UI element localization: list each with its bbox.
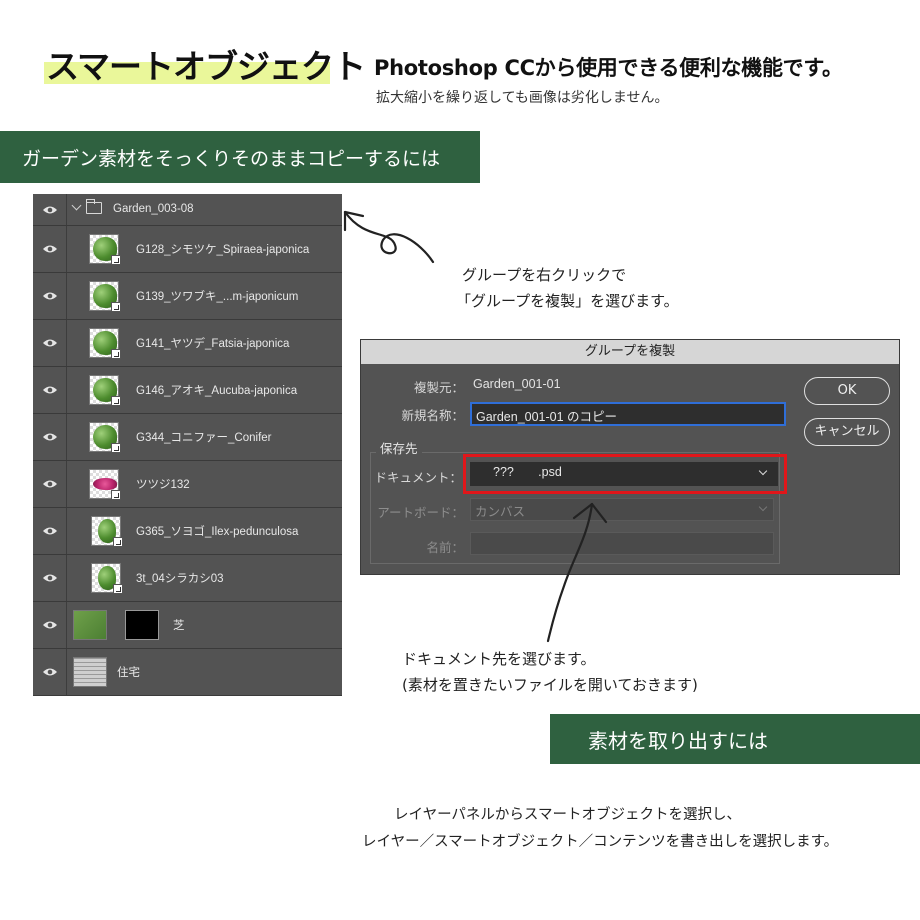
instruction-note-2: ドキュメント先を選びます。 (素材を置きたいファイルを開いておきます): [402, 646, 698, 698]
plant-thumbnail: [89, 281, 121, 312]
cancel-button[interactable]: キャンセル: [804, 418, 890, 446]
instruction-note-1-line2: 「グループを複製」を選びます。: [456, 292, 679, 310]
layer-name: G128_シモツケ_Spiraea-japonica: [136, 244, 310, 256]
section-banner-extract-label: 素材を取り出すには: [588, 728, 768, 753]
page-subnote: 拡大縮小を繰り返しても画像は劣化しません。: [376, 90, 669, 106]
layer-row[interactable]: 芝: [33, 602, 342, 649]
eye-icon: [42, 292, 57, 300]
visibility-toggle[interactable]: [33, 602, 67, 648]
layer-name: G141_ヤツデ_Fatsia-japonica: [136, 338, 290, 350]
layer-name: G139_ツワブキ_...m-japonicum: [136, 291, 299, 303]
layer-row[interactable]: G141_ヤツデ_Fatsia-japonica: [33, 320, 342, 367]
layer-name: G365_ソヨゴ_Ilex-pedunculosa: [136, 526, 299, 538]
highlight-box: [463, 454, 787, 494]
section-banner-extract: 素材を取り出すには: [550, 714, 920, 764]
smart-object-icon: [111, 302, 121, 312]
layer-mask-thumbnail: [125, 610, 159, 640]
hand-drawn-arrow-icon: [343, 210, 435, 264]
layer-name: 芝: [173, 620, 185, 632]
section-banner-copy-label: ガーデン素材をそっくりそのままコピーするには: [22, 147, 441, 170]
layer-group-row[interactable]: Garden_003-08: [33, 194, 342, 226]
plant-thumbnail: [89, 422, 121, 453]
hand-drawn-arrow-icon: [546, 502, 608, 643]
new-name-input[interactable]: Garden_001-01 のコピー: [470, 402, 786, 426]
layer-row[interactable]: 3t_04シラカシ03: [33, 555, 342, 602]
bottom-instructions: レイヤーパネルからスマートオブジェクトを選択し、 レイヤー／スマートオブジェクト…: [362, 802, 838, 856]
instruction-note-1-line1: グループを右クリックで: [462, 266, 627, 284]
artboard-select-value: カンバス: [475, 505, 526, 519]
eye-icon: [42, 386, 57, 394]
instruction-note-1: グループを右クリックで 「グループを複製」を選びます。: [456, 262, 679, 314]
tree-thumbnail: [91, 516, 123, 547]
flower-thumbnail: [89, 469, 121, 500]
layer-row[interactable]: G365_ソヨゴ_Ilex-pedunculosa: [33, 508, 342, 555]
visibility-toggle[interactable]: [33, 226, 67, 272]
destination-heading: 保存先: [376, 438, 422, 457]
layer-group-name: Garden_003-08: [113, 203, 194, 215]
layer-name: G146_アオキ_Aucuba-japonica: [136, 385, 298, 397]
instruction-note-2-line2: (素材を置きたいファイルを開いておきます): [402, 676, 698, 694]
eye-icon: [42, 668, 57, 676]
bottom-instructions-line2: レイヤー／スマートオブジェクト／コンテンツを書き出しを選択します。: [362, 834, 839, 850]
visibility-toggle[interactable]: [33, 367, 67, 413]
smart-object-icon: [113, 584, 123, 594]
instruction-note-2-line1: ドキュメント先を選びます。: [402, 650, 596, 668]
visibility-toggle[interactable]: [33, 461, 67, 507]
eye-icon: [42, 245, 57, 253]
layer-row[interactable]: ツツジ132: [33, 461, 342, 508]
house-thumbnail: [73, 657, 107, 687]
layer-row[interactable]: 住宅: [33, 649, 342, 696]
smart-object-icon: [111, 443, 121, 453]
eye-icon: [42, 206, 57, 213]
visibility-toggle[interactable]: [33, 320, 67, 366]
tree-thumbnail: [91, 563, 123, 594]
eye-icon: [42, 621, 57, 629]
layer-name: G344_コニファー_Conifer: [136, 432, 272, 444]
plant-thumbnail: [89, 328, 121, 359]
eye-icon: [42, 339, 57, 347]
layer-name: ツツジ132: [136, 479, 190, 491]
visibility-toggle[interactable]: [33, 555, 67, 601]
plant-thumbnail: [89, 234, 121, 265]
source-label: 複製元：: [413, 380, 464, 395]
ok-button[interactable]: OK: [804, 377, 890, 405]
eye-icon: [42, 527, 57, 535]
smart-object-icon: [111, 396, 121, 406]
smart-object-icon: [113, 537, 123, 547]
grass-thumbnail: [73, 610, 107, 640]
new-name-label: 新規名称：: [401, 408, 464, 423]
folder-icon: [85, 199, 102, 214]
smart-object-icon: [111, 255, 121, 265]
layer-name: 3t_04シラカシ03: [136, 573, 224, 585]
smart-object-icon: [111, 349, 121, 359]
layer-row[interactable]: G146_アオキ_Aucuba-japonica: [33, 367, 342, 414]
chevron-down-icon[interactable]: [71, 200, 82, 211]
source-value: Garden_001-01: [473, 377, 561, 391]
visibility-toggle[interactable]: [33, 508, 67, 554]
visibility-toggle[interactable]: [33, 649, 67, 695]
visibility-toggle[interactable]: [33, 414, 67, 460]
layer-row[interactable]: G128_シモツケ_Spiraea-japonica: [33, 226, 342, 273]
artboard-label: アートボード：: [377, 505, 464, 520]
bottom-instructions-line1: レイヤーパネルからスマートオブジェクトを選択し、: [394, 807, 741, 823]
eye-icon: [42, 480, 57, 488]
document-label: ドキュメント：: [374, 470, 462, 485]
name-label: 名前：: [426, 540, 464, 555]
plant-thumbnail: [89, 375, 121, 406]
layer-row[interactable]: G139_ツワブキ_...m-japonicum: [33, 273, 342, 320]
visibility-toggle[interactable]: [33, 194, 67, 225]
eye-icon: [42, 574, 57, 582]
eye-icon: [42, 433, 57, 441]
layer-name: 住宅: [117, 667, 140, 679]
dialog-title: グループを複製: [361, 340, 899, 364]
smart-object-icon: [111, 490, 121, 500]
section-banner-copy: ガーデン素材をそっくりそのままコピーするには: [0, 131, 480, 183]
visibility-toggle[interactable]: [33, 273, 67, 319]
layer-row[interactable]: G344_コニファー_Conifer: [33, 414, 342, 461]
page-title: スマートオブジェクト: [46, 47, 366, 86]
page-subtitle: Photoshop CCから使用できる便利な機能です。: [374, 56, 843, 80]
